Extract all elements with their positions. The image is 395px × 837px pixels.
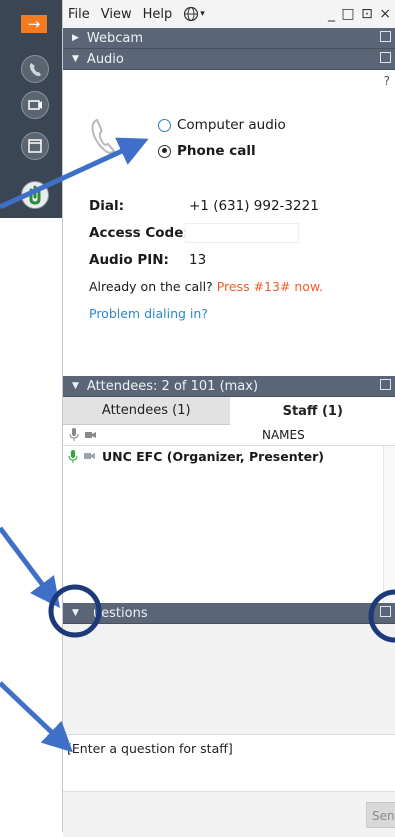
phone-call-option[interactable]: Phone call — [158, 143, 256, 159]
scrollbar[interactable] — [383, 446, 395, 603]
audio-panel: ? Computer audio Phone call Dial: +1 (63… — [63, 70, 395, 376]
expand-icon[interactable] — [380, 606, 391, 617]
attendee-tabs: Attendees (1) Staff (1) — [63, 397, 395, 425]
menu-bar: File View Help ▾ _ □ ⊡ × — [63, 0, 395, 28]
audio-pin-value: 13 — [189, 252, 206, 268]
exit-arrow-icon[interactable]: → — [21, 15, 47, 33]
webcam-header[interactable]: ▶ Webcam — [63, 28, 395, 49]
send-button[interactable]: Send — [366, 802, 395, 828]
names-column-header: NAMES — [63, 425, 395, 446]
phone-handset-icon — [89, 114, 125, 156]
arrow-to-question-input — [0, 683, 62, 742]
phone-call-label: Phone call — [177, 143, 256, 159]
attendee-name: UNC EFC (Organizer, Presenter) — [102, 449, 324, 464]
raise-hand-icon[interactable] — [21, 181, 49, 209]
access-code-value — [185, 223, 299, 243]
send-row: Send — [63, 792, 395, 837]
computer-audio-radio[interactable] — [158, 119, 171, 132]
press-pin-instruction: Press #13# now. — [217, 279, 323, 294]
dial-label: Dial: — [89, 198, 124, 214]
window-controls[interactable]: _ □ ⊡ × — [328, 6, 392, 22]
computer-audio-label: Computer audio — [177, 117, 286, 133]
phone-call-radio[interactable] — [158, 145, 171, 158]
webcam-header-label: Webcam — [87, 31, 143, 46]
already-on-call-text: Already on the call? — [89, 279, 213, 294]
expanded-triangle-icon: ▼ — [72, 381, 79, 391]
menu-file[interactable]: File — [68, 7, 90, 22]
audio-header[interactable]: ▼ Audio — [63, 49, 395, 70]
tab-attendees[interactable]: Attendees (1) — [63, 397, 230, 425]
mic-column-icon — [69, 428, 79, 444]
audio-pin-label: Audio PIN: — [89, 252, 169, 268]
questions-log — [63, 624, 395, 734]
menu-help[interactable]: Help — [143, 7, 173, 22]
question-input[interactable]: [Enter a question for staff] — [63, 734, 395, 792]
expanded-triangle-icon: ▼ — [72, 608, 79, 618]
globe-icon[interactable]: ▾ — [183, 6, 205, 22]
camera-off-icon[interactable] — [84, 451, 96, 461]
screen-icon[interactable] — [21, 132, 49, 160]
tab-staff[interactable]: Staff (1) — [230, 397, 395, 425]
menu-view[interactable]: View — [101, 7, 132, 22]
dial-number: +1 (631) 992-3221 — [189, 198, 319, 214]
main-panel: File View Help ▾ _ □ ⊡ × ▶ Webcam ▼ Audi… — [62, 0, 395, 832]
questions-header-label: uestions — [93, 606, 148, 621]
names-header-label: NAMES — [262, 428, 305, 442]
list-item[interactable]: UNC EFC (Organizer, Presenter) — [63, 446, 395, 466]
attendee-list: UNC EFC (Organizer, Presenter) — [63, 446, 395, 603]
left-dock: → — [0, 0, 62, 218]
audio-header-label: Audio — [87, 52, 124, 67]
arrow-to-questions — [0, 528, 51, 596]
attendees-header-label: Attendees: 2 of 101 (max) — [87, 379, 258, 394]
phone-icon[interactable] — [21, 55, 49, 83]
access-code-label: Access Code: — [89, 225, 189, 241]
problem-dialing-link[interactable]: Problem dialing in? — [89, 306, 208, 321]
computer-audio-option[interactable]: Computer audio — [158, 117, 286, 133]
mic-on-icon[interactable] — [68, 450, 78, 463]
camera-column-icon — [85, 429, 97, 443]
expand-icon[interactable] — [380, 52, 391, 63]
expand-icon[interactable] — [380, 31, 391, 42]
expand-icon[interactable] — [380, 379, 391, 390]
attendees-header[interactable]: ▼ Attendees: 2 of 101 (max) — [63, 376, 395, 397]
help-button[interactable]: ? — [384, 74, 390, 88]
camera-icon[interactable] — [21, 91, 49, 119]
expanded-triangle-icon: ▼ — [72, 54, 79, 64]
questions-header[interactable]: ▼ uestions — [63, 603, 395, 624]
collapsed-triangle-icon: ▶ — [72, 33, 79, 43]
